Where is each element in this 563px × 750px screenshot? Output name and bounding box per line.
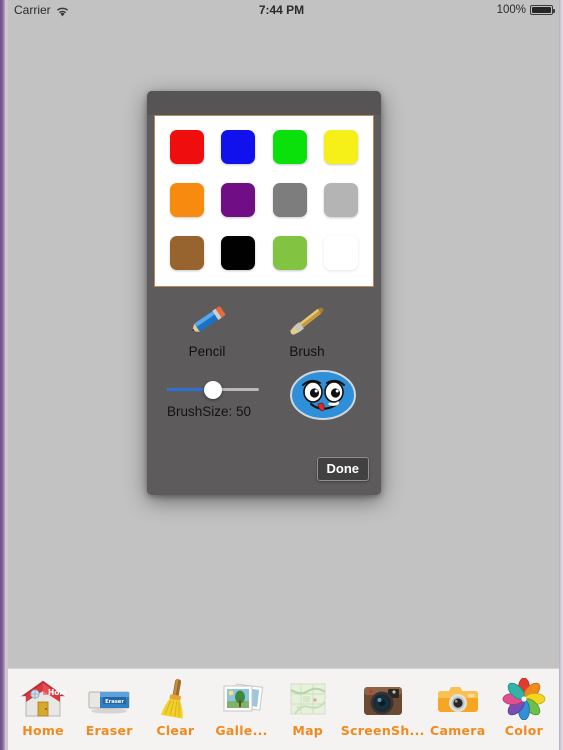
done-button[interactable]: Done bbox=[316, 457, 369, 481]
slider-knob[interactable] bbox=[204, 381, 222, 399]
tab-label-0: Home bbox=[22, 723, 64, 738]
color-swatch-red[interactable] bbox=[169, 129, 204, 164]
home-icon: Home bbox=[20, 677, 66, 721]
brush-size-slider[interactable] bbox=[167, 379, 259, 401]
app-screen: Carrier 7:44 PM 100% Pencil Brush BrushS… bbox=[0, 0, 563, 750]
battery-percent-label: 100% bbox=[496, 4, 526, 16]
tab-eraser[interactable]: Eraser Eraser bbox=[76, 673, 142, 750]
color-swatch-panel bbox=[154, 115, 374, 287]
color-icon bbox=[501, 677, 547, 721]
color-swatch-light-gray[interactable] bbox=[324, 182, 359, 217]
svg-text:Eraser: Eraser bbox=[105, 699, 124, 705]
device-right-edge bbox=[559, 0, 563, 750]
color-swatch-yellow[interactable] bbox=[324, 129, 359, 164]
camera-icon bbox=[435, 677, 481, 721]
device-left-edge bbox=[0, 0, 5, 750]
tool-pencil[interactable]: Pencil bbox=[159, 299, 255, 359]
dialog-header bbox=[147, 91, 381, 115]
color-swatch-purple[interactable] bbox=[221, 182, 256, 217]
tool-brush[interactable]: Brush bbox=[259, 299, 355, 359]
tab-map[interactable]: Map bbox=[275, 673, 341, 750]
tool-pencil-label: Pencil bbox=[188, 344, 226, 359]
smiley-face-stamp[interactable] bbox=[289, 369, 357, 421]
color-swatch-orange[interactable] bbox=[169, 182, 204, 217]
tab-galle[interactable]: Galle... bbox=[208, 673, 274, 750]
tab-screensh[interactable]: ScreenSh... bbox=[341, 673, 425, 750]
color-swatch-blue[interactable] bbox=[221, 129, 256, 164]
tab-color[interactable]: Color bbox=[491, 673, 557, 750]
tab-camera[interactable]: Camera bbox=[425, 673, 491, 750]
device-left-edge-inner bbox=[5, 0, 8, 750]
gallery-icon bbox=[219, 677, 265, 721]
tab-label-7: Color bbox=[504, 723, 544, 738]
tab-clear[interactable]: Clear bbox=[142, 673, 208, 750]
color-swatch-black[interactable] bbox=[221, 236, 256, 271]
broom-icon bbox=[152, 677, 198, 721]
color-swatch-green[interactable] bbox=[272, 129, 307, 164]
color-picker-dialog: Pencil Brush BrushSize: 50 Done bbox=[147, 91, 381, 495]
color-swatch-gray[interactable] bbox=[272, 182, 307, 217]
tab-label-4: Map bbox=[292, 723, 324, 738]
tab-label-6: Camera bbox=[429, 723, 486, 738]
color-swatch-grid bbox=[155, 116, 373, 286]
eraser-icon: Eraser bbox=[86, 677, 132, 721]
battery-icon bbox=[530, 4, 555, 16]
tool-row: Pencil Brush bbox=[147, 299, 381, 371]
tool-brush-label: Brush bbox=[289, 344, 325, 359]
svg-text:Home: Home bbox=[48, 688, 66, 697]
status-bar: Carrier 7:44 PM 100% bbox=[0, 0, 563, 20]
color-swatch-white[interactable] bbox=[324, 236, 359, 271]
color-swatch-brown[interactable] bbox=[169, 236, 204, 271]
tab-label-1: Eraser bbox=[85, 723, 133, 738]
tab-label-3: Galle... bbox=[215, 723, 268, 738]
pencil-icon bbox=[159, 299, 255, 343]
map-icon bbox=[285, 677, 331, 721]
brush-icon bbox=[259, 299, 355, 343]
color-swatch-lime-green[interactable] bbox=[272, 236, 307, 271]
tab-label-5: ScreenSh... bbox=[340, 723, 425, 738]
status-bar-time: 7:44 PM bbox=[258, 3, 305, 17]
screenshot-icon bbox=[360, 677, 406, 721]
tab-label-2: Clear bbox=[156, 723, 195, 738]
bottom-toolbar: Home Home Eraser Eraser Clear bbox=[8, 668, 559, 750]
status-bar-right: 100% bbox=[496, 4, 555, 16]
tools-panel: Pencil Brush BrushSize: 50 Done bbox=[147, 291, 381, 495]
tab-home[interactable]: Home Home bbox=[10, 673, 76, 750]
